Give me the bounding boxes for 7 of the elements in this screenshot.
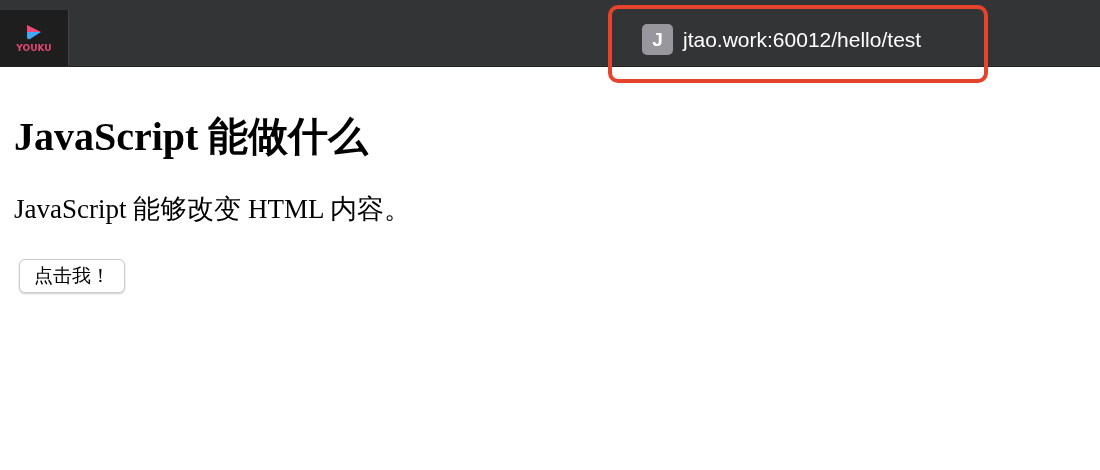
- click-me-button[interactable]: 点击我！: [19, 259, 125, 293]
- browser-tab[interactable]: YOUKU: [0, 10, 69, 66]
- logo-text: YOUKU: [16, 43, 52, 53]
- address-url[interactable]: jtao.work:60012/hello/test: [683, 27, 922, 52]
- page-paragraph: JavaScript 能够改变 HTML 内容。: [14, 193, 413, 226]
- page-heading: JavaScript 能做什么: [14, 113, 370, 161]
- favicon-tile: J: [642, 24, 673, 55]
